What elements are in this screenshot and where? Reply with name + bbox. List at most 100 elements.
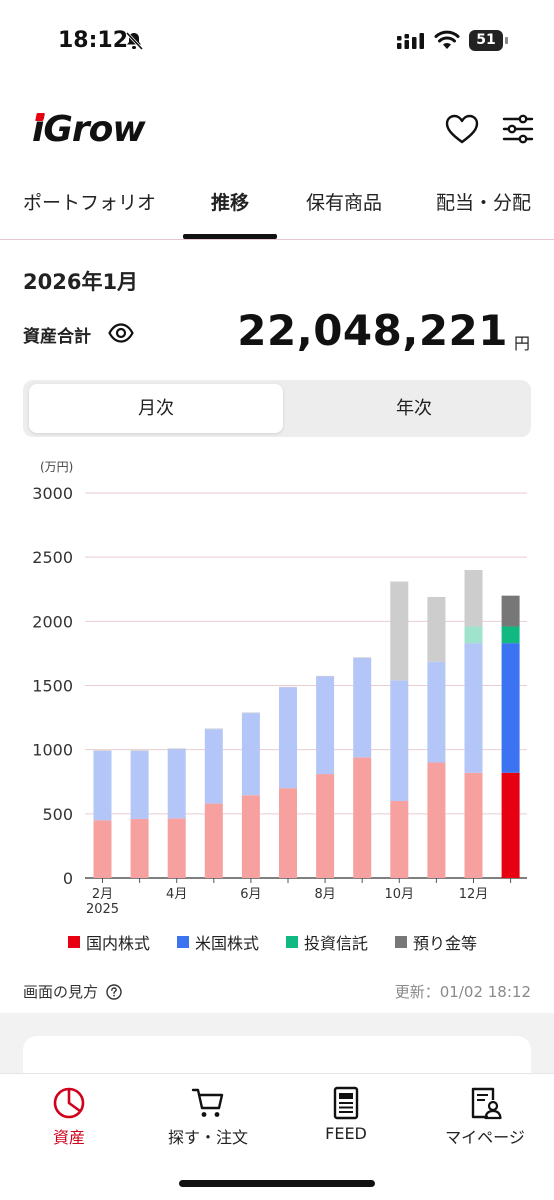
bar-segment <box>316 675 335 677</box>
nav-mypage[interactable]: マイページ <box>425 1086 545 1148</box>
x-tick-year-label: 2025 <box>86 902 119 917</box>
bar-segment <box>130 750 149 751</box>
legend-label: 米国株式 <box>195 934 260 953</box>
y-axis-unit-label: (万円) <box>40 460 73 474</box>
total-assets-unit: 円 <box>514 334 531 353</box>
bar-segment <box>279 788 297 878</box>
nav-search-order[interactable]: 探す・注文 <box>148 1086 268 1148</box>
nav-feed[interactable]: FEED <box>286 1086 406 1143</box>
heart-icon[interactable] <box>445 113 479 145</box>
legend-swatch <box>395 936 407 948</box>
bar-segment <box>204 729 223 804</box>
nav-label: マイページ <box>445 1128 525 1147</box>
bar-segment <box>130 818 149 878</box>
bar-segment <box>279 686 297 688</box>
bar-segment <box>167 818 186 878</box>
x-tick-label: 8月 <box>314 887 335 902</box>
tab-trend[interactable]: 推移 <box>211 188 249 215</box>
app-logo-text: iGrow <box>32 109 146 150</box>
bar-segment <box>464 772 483 878</box>
x-tick-label: 12月 <box>459 887 489 902</box>
bar-segment <box>390 680 409 801</box>
howto-link[interactable]: 画面の見方 <box>23 981 122 1002</box>
bar-segment <box>130 750 149 819</box>
legend-label: 預り金等 <box>413 934 478 953</box>
cellular-signal-icon <box>397 33 424 49</box>
y-tick-label: 2000 <box>32 612 73 631</box>
legend-item: 米国株式 <box>177 930 259 954</box>
total-assets-value: 22,048,221 <box>237 306 508 355</box>
legend-item: 投資信託 <box>286 930 368 954</box>
bar-segment <box>464 626 483 644</box>
yearly-button[interactable]: 年次 <box>301 384 527 433</box>
y-tick-label: 2500 <box>32 548 73 567</box>
bar-segment <box>241 795 260 878</box>
tab-holdings[interactable]: 保有商品 <box>306 188 382 215</box>
bar-segment <box>316 676 335 775</box>
bar-segment <box>427 661 446 763</box>
bar-segment <box>464 570 483 627</box>
bar-segment <box>204 728 223 730</box>
nav-label: FEED <box>325 1124 367 1143</box>
howto-label: 画面の見方 <box>23 983 99 1001</box>
bar-segment <box>241 712 260 714</box>
battery-icon: 51 <box>469 30 509 52</box>
bar-segment <box>353 657 372 658</box>
bar-segment <box>501 772 520 878</box>
bar-segment <box>204 803 223 878</box>
nav-label: 探す・注文 <box>167 1128 248 1147</box>
profile-icon <box>471 1087 502 1120</box>
logo-accent-dot <box>35 113 45 121</box>
help-icon <box>106 983 122 1000</box>
asset-trend-chart-svg: (万円) 0 500 1000 1500 2000 2500 3000 2月 4月 6月 8月 10月 1… <box>32 460 527 917</box>
bar-segment <box>390 801 409 878</box>
sliders-icon[interactable] <box>502 113 534 145</box>
legend-label: 投資信託 <box>304 934 369 953</box>
wifi-icon <box>434 30 460 49</box>
asset-trend-chart: (万円) 0 500 1000 1500 2000 2500 3000 2月 4月 6月 8月 10月 1… <box>0 450 554 930</box>
last-updated: 更新：01/02 18:12 <box>394 983 531 1001</box>
bar-segment <box>316 774 335 878</box>
monthly-button[interactable]: 月次 <box>29 384 283 433</box>
legend-item: 預り金等 <box>395 930 477 954</box>
bar-segment <box>501 643 520 773</box>
chart-legend: 国内株式 米国株式 投資信託 預り金等 <box>0 930 554 954</box>
x-tick-label: 4月 <box>166 887 187 902</box>
bar-segment <box>390 581 409 681</box>
month-title: 2026年1月 <box>23 270 139 294</box>
app-header: iGrow <box>0 95 554 165</box>
bar-segment <box>353 757 372 878</box>
status-time: 18:12 <box>58 28 129 53</box>
period-toggle: 月次 年次 <box>23 380 531 437</box>
x-tick-label: 10月 <box>385 887 415 902</box>
battery-level: 51 <box>469 30 503 51</box>
legend-swatch <box>177 936 189 948</box>
x-tick-label: 2月 <box>92 887 113 902</box>
bar-segment <box>464 643 483 773</box>
active-tab-indicator <box>183 234 277 239</box>
bar-segment <box>427 762 446 878</box>
legend-item: 国内株式 <box>68 930 150 954</box>
x-tick-label: 6月 <box>240 887 261 902</box>
bar-segment <box>501 626 520 644</box>
bar-segment <box>353 657 372 758</box>
bar-segment <box>93 820 112 878</box>
nav-assets[interactable]: 資産 <box>9 1086 129 1148</box>
bar-segment <box>501 595 520 627</box>
eye-icon[interactable] <box>108 320 134 346</box>
cart-icon <box>191 1088 224 1117</box>
legend-swatch <box>286 936 298 948</box>
app-logo[interactable]: iGrow <box>32 109 146 150</box>
bar-segment <box>241 713 260 796</box>
tab-portfolio[interactable]: ポートフォリオ <box>23 188 156 215</box>
bar-segment <box>93 750 112 751</box>
y-tick-label: 1500 <box>32 677 73 696</box>
tab-bar: ポートフォリオ 推移 保有商品 配当・分配 <box>0 176 554 240</box>
news-icon <box>333 1086 359 1120</box>
legend-swatch <box>68 936 80 948</box>
bar-segment <box>279 687 297 789</box>
bar-segment <box>93 750 112 821</box>
tab-dividends[interactable]: 配当・分配 <box>436 188 531 215</box>
home-indicator <box>179 1180 375 1187</box>
y-tick-label: 1000 <box>32 741 73 760</box>
